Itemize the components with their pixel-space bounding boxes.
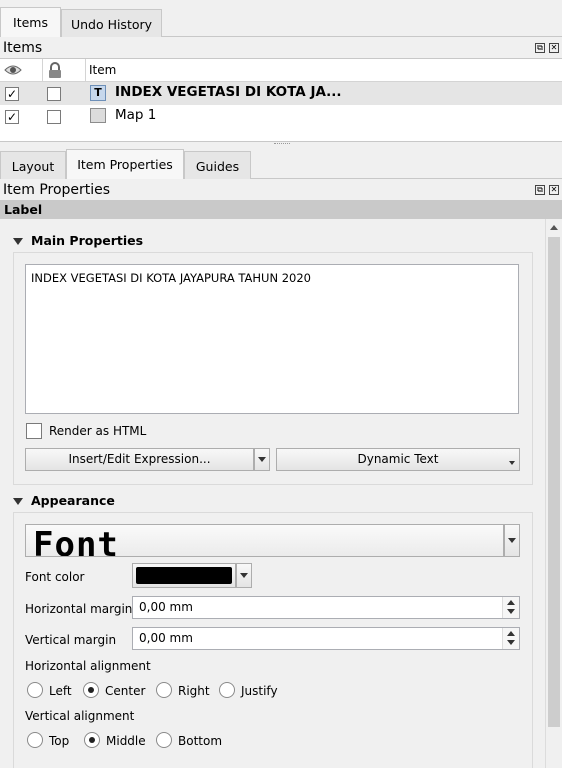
radio-label: Top bbox=[49, 734, 70, 748]
properties-scroll-area: Main Properties INDEX VEGETASI DI KOTA J… bbox=[0, 219, 545, 768]
chevron-down-icon bbox=[508, 538, 516, 543]
vertical-margin-spinbox[interactable]: 0,00 mm bbox=[132, 627, 520, 650]
font-color-dropdown[interactable] bbox=[236, 563, 252, 588]
tab-item-properties[interactable]: Item Properties bbox=[66, 149, 184, 179]
spin-arrows-icon[interactable] bbox=[502, 628, 519, 649]
float-panel-icon[interactable]: ⧉ bbox=[535, 43, 545, 53]
radio-align-middle[interactable] bbox=[84, 732, 100, 748]
top-tab-bar: Items Undo History bbox=[0, 0, 562, 37]
radio-align-top[interactable] bbox=[27, 732, 43, 748]
lock-icon bbox=[47, 62, 63, 82]
radio-label: Justify bbox=[241, 684, 278, 698]
appearance-header[interactable]: Appearance bbox=[13, 493, 115, 508]
items-panel-title: Items bbox=[3, 40, 43, 56]
radio-label: Right bbox=[178, 684, 210, 698]
radio-align-center[interactable] bbox=[83, 682, 99, 698]
radio-align-right[interactable] bbox=[156, 682, 172, 698]
tab-items[interactable]: Items bbox=[0, 7, 61, 37]
tab-layout[interactable]: Layout bbox=[0, 151, 66, 179]
visibility-checkbox[interactable]: ✓ bbox=[5, 110, 19, 124]
radio-align-bottom[interactable] bbox=[156, 732, 172, 748]
items-table: Item ✓ T INDEX VEGETASI DI KOTA JA... ✓ … bbox=[0, 58, 562, 142]
radio-align-justify[interactable] bbox=[219, 682, 235, 698]
item-label: Map 1 bbox=[115, 107, 157, 123]
font-color-button[interactable] bbox=[132, 563, 236, 588]
radio-label: Bottom bbox=[178, 734, 223, 748]
spin-arrows-icon[interactable] bbox=[502, 597, 519, 618]
chevron-down-icon bbox=[509, 461, 515, 465]
splitter-handle[interactable] bbox=[274, 143, 290, 146]
collapse-arrow-icon[interactable] bbox=[13, 498, 23, 505]
main-properties-group: INDEX VEGETASI DI KOTA JAYAPURA TAHUN 20… bbox=[13, 252, 533, 485]
collapse-arrow-icon[interactable] bbox=[13, 238, 23, 245]
close-panel-icon[interactable]: ✕ bbox=[549, 43, 559, 53]
color-swatch bbox=[136, 567, 232, 584]
tab-guides[interactable]: Guides bbox=[184, 151, 251, 179]
label-text-editor[interactable]: INDEX VEGETASI DI KOTA JAYAPURA TAHUN 20… bbox=[25, 264, 519, 414]
map-item-icon bbox=[90, 108, 106, 123]
item-label: INDEX VEGETASI DI KOTA JA... bbox=[115, 84, 342, 100]
radio-label: Center bbox=[105, 684, 146, 698]
middle-tab-bar: Layout Item Properties Guides bbox=[0, 148, 562, 179]
items-table-header: Item bbox=[0, 59, 562, 82]
item-column-header[interactable]: Item bbox=[89, 63, 116, 77]
font-color-label: Font color bbox=[25, 570, 85, 584]
chevron-down-icon bbox=[258, 457, 266, 462]
horizontal-margin-label: Horizontal margin bbox=[25, 602, 133, 616]
horizontal-margin-spinbox[interactable]: 0,00 mm bbox=[132, 596, 520, 619]
item-properties-panel-title: Item Properties bbox=[3, 182, 111, 198]
float-panel-icon[interactable]: ⧉ bbox=[535, 185, 545, 195]
radio-label: Middle bbox=[106, 734, 146, 748]
chevron-down-icon bbox=[240, 573, 248, 578]
table-row[interactable]: ✓ T INDEX VEGETASI DI KOTA JA... bbox=[0, 82, 562, 105]
render-as-html-checkbox[interactable] bbox=[26, 423, 42, 439]
horizontal-alignment-label: Horizontal alignment bbox=[25, 659, 151, 673]
appearance-group: Font Font color Horizontal margin 0,00 m… bbox=[13, 512, 533, 768]
dynamic-text-button[interactable]: Dynamic Text bbox=[276, 448, 520, 471]
table-row[interactable]: ✓ Map 1 bbox=[0, 105, 562, 128]
text-label-icon: T bbox=[90, 85, 106, 101]
scroll-up-icon[interactable] bbox=[550, 225, 558, 230]
font-dropdown-button[interactable] bbox=[504, 524, 520, 557]
close-panel-icon[interactable]: ✕ bbox=[549, 185, 559, 195]
section-header-label: Label bbox=[0, 200, 562, 219]
radio-align-left[interactable] bbox=[27, 682, 43, 698]
lock-checkbox[interactable] bbox=[47, 110, 61, 124]
render-as-html-label: Render as HTML bbox=[49, 424, 147, 438]
font-button[interactable]: Font bbox=[25, 524, 504, 557]
insert-edit-expression-button[interactable]: Insert/Edit Expression... bbox=[25, 448, 254, 471]
vertical-scrollbar[interactable] bbox=[545, 219, 562, 768]
tab-undo-history[interactable]: Undo History bbox=[61, 9, 162, 37]
expression-dropdown-button[interactable] bbox=[254, 448, 270, 471]
lock-checkbox[interactable] bbox=[47, 87, 61, 101]
vertical-alignment-label: Vertical alignment bbox=[25, 709, 135, 723]
radio-label: Left bbox=[49, 684, 72, 698]
main-properties-header[interactable]: Main Properties bbox=[13, 233, 143, 248]
visibility-checkbox[interactable]: ✓ bbox=[5, 87, 19, 101]
scrollbar-thumb[interactable] bbox=[548, 237, 560, 727]
eye-icon bbox=[4, 64, 22, 79]
vertical-margin-label: Vertical margin bbox=[25, 633, 117, 647]
